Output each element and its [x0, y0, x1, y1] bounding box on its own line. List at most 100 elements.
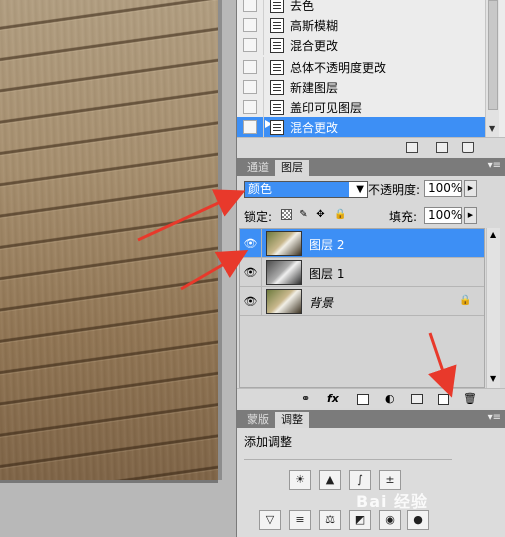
color-balance-icon[interactable]: ⚖	[319, 510, 341, 530]
trash-icon[interactable]: 🗑	[463, 392, 477, 405]
hue-saturation-icon[interactable]: ≡	[289, 510, 311, 530]
layer-mask-icon[interactable]	[357, 394, 369, 405]
blend-mode-value: 颜色	[245, 182, 349, 197]
link-layers-icon[interactable]: ⚭	[301, 392, 310, 405]
history-item[interactable]: 高斯模糊	[237, 15, 485, 35]
photo-filter-icon[interactable]: ◉	[379, 510, 401, 530]
blend-mode-select[interactable]: 颜色 ▼	[244, 181, 368, 198]
history-item-label: 总体不透明度更改	[290, 60, 387, 75]
camera-snapshot-icon[interactable]	[436, 142, 448, 153]
scroll-down-arrow-icon[interactable]: ▼	[490, 374, 496, 383]
exposure-icon[interactable]: ±	[379, 470, 401, 490]
panel-menu-icon[interactable]: ▾≡	[488, 160, 501, 171]
lock-row: 锁定: ✎ ✥ 🔒 填充: 100% ▶	[237, 205, 505, 225]
history-checkbox[interactable]	[243, 80, 257, 94]
layers-panel-tabs: 通道 图层 ▾≡	[237, 158, 505, 176]
history-state-icon	[270, 37, 284, 53]
divider	[263, 117, 272, 137]
chevron-down-icon: ▼	[356, 184, 364, 195]
history-item[interactable]: 盖印可见图层	[237, 97, 485, 117]
history-item-label: 高斯模糊	[290, 18, 339, 33]
history-footer	[237, 137, 505, 157]
new-document-from-state-icon[interactable]	[406, 142, 418, 153]
panels-column: 去色 高斯模糊 混合更改 总体不透明度更改 新建图层 盖印可见图层 混合更改 ▼…	[236, 0, 505, 537]
adjustments-title: 添加调整	[244, 435, 293, 449]
history-checkbox[interactable]	[243, 60, 257, 74]
tab-masks[interactable]: 蒙版	[241, 412, 275, 428]
history-state-icon	[270, 119, 284, 135]
lock-label: 锁定:	[244, 210, 273, 224]
canvas-edge	[218, 0, 222, 480]
history-checkbox[interactable]	[243, 38, 257, 52]
tab-layers[interactable]: 图层	[275, 160, 309, 176]
canvas-area[interactable]	[0, 0, 236, 537]
history-checkbox[interactable]	[243, 100, 257, 114]
lock-icon: 🔒	[459, 295, 472, 306]
channel-mixer-icon[interactable]: ●	[407, 510, 429, 530]
canvas-shadow	[0, 480, 218, 483]
fill-slider-toggle-icon[interactable]: ▶	[464, 207, 477, 224]
divider	[263, 97, 264, 117]
levels-icon[interactable]: ▲	[319, 470, 341, 490]
layer-thumbnail	[266, 231, 302, 256]
layer-scrollbar[interactable]: ▲ ▼	[486, 228, 500, 388]
layer-row[interactable]: 👁 图层 1	[240, 258, 484, 287]
adjustments-panel-tabs: 蒙版 调整 ▾≡	[237, 410, 505, 428]
brightness-contrast-icon[interactable]: ☀	[289, 470, 311, 490]
history-scrollbar[interactable]: ▼	[485, 0, 499, 140]
history-item-label: 混合更改	[290, 38, 339, 53]
scroll-down-arrow-icon[interactable]: ▼	[489, 124, 495, 133]
adjustment-layer-icon[interactable]: ◐	[385, 392, 395, 405]
history-checkbox[interactable]	[243, 18, 257, 32]
tab-channels[interactable]: 通道	[241, 160, 275, 176]
folder-icon[interactable]	[411, 394, 423, 404]
divider	[263, 0, 264, 15]
layer-name: 图层 1	[309, 267, 345, 281]
history-state-icon	[270, 79, 284, 95]
curves-icon[interactable]: ∫	[349, 470, 371, 490]
fill-input[interactable]: 100%	[424, 207, 462, 224]
lock-icon[interactable]: 🔒	[334, 209, 346, 220]
brush-icon[interactable]: ✎	[298, 209, 309, 220]
layer-row[interactable]: 👁 图层 2	[240, 229, 484, 258]
layers-footer: ⚭ fx ◐ 🗑	[237, 388, 505, 408]
history-item[interactable]: 去色	[237, 0, 485, 15]
history-item[interactable]: 新建图层	[237, 77, 485, 97]
history-item-label: 混合更改	[290, 120, 339, 135]
eye-icon[interactable]: 👁	[240, 287, 262, 316]
divider	[263, 35, 264, 55]
layer-list: 👁 图层 2 👁 图层 1 👁 背景 🔒	[239, 228, 485, 388]
opacity-label: 不透明度:	[368, 183, 421, 197]
fill-label: 填充:	[389, 210, 418, 224]
new-layer-icon[interactable]	[438, 394, 449, 405]
move-icon[interactable]: ✥	[315, 209, 326, 220]
history-panel: 去色 高斯模糊 混合更改 总体不透明度更改 新建图层 盖印可见图层 混合更改 ▼	[237, 0, 505, 157]
history-state-icon	[270, 0, 284, 13]
black-white-icon[interactable]: ◩	[349, 510, 371, 530]
divider	[263, 77, 264, 97]
history-item-label: 新建图层	[290, 80, 339, 95]
opacity-input[interactable]: 100%	[424, 180, 462, 197]
tab-adjustments[interactable]: 调整	[275, 412, 309, 428]
layer-style-icon[interactable]: fx	[327, 392, 339, 405]
scroll-up-arrow-icon[interactable]: ▲	[490, 230, 496, 239]
eye-icon[interactable]: 👁	[240, 258, 262, 287]
wood-image	[0, 0, 218, 480]
trash-icon[interactable]	[462, 142, 474, 153]
divider	[244, 459, 452, 460]
layer-thumbnail	[266, 289, 302, 314]
eye-icon[interactable]: 👁	[240, 229, 262, 258]
lock-transparent-pixels-icon[interactable]	[281, 209, 292, 220]
vibrance-icon[interactable]: ▽	[259, 510, 281, 530]
history-checkbox[interactable]	[243, 0, 257, 12]
layer-row[interactable]: 👁 背景 🔒	[240, 287, 484, 316]
scrollbar-thumb[interactable]	[488, 0, 498, 110]
history-item[interactable]: 混合更改	[237, 35, 485, 55]
history-item[interactable]: 总体不透明度更改	[237, 57, 485, 77]
panel-menu-icon[interactable]: ▾≡	[488, 412, 501, 423]
layer-name: 图层 2	[309, 238, 345, 252]
history-state-icon	[270, 17, 284, 33]
opacity-slider-toggle-icon[interactable]: ▶	[464, 180, 477, 197]
history-item-current[interactable]: 混合更改	[237, 117, 485, 137]
history-checkbox[interactable]	[243, 120, 257, 134]
